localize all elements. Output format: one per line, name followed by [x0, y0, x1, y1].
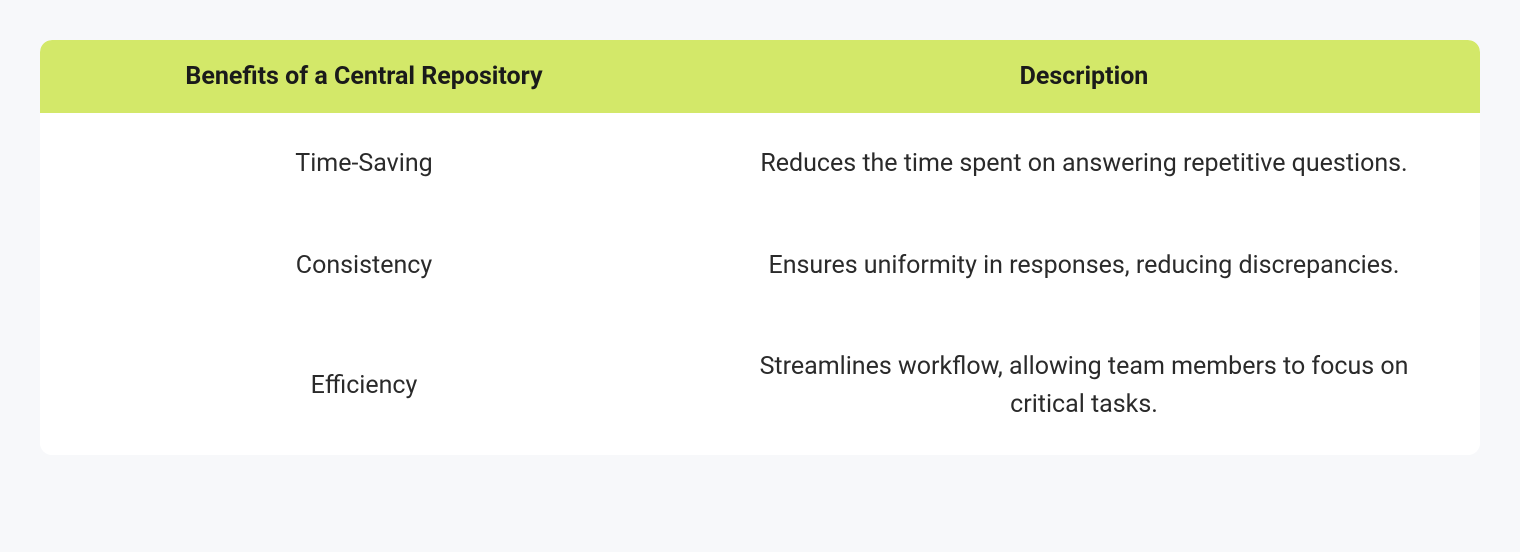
table-row: Time-Saving Reduces the time spent on an…	[40, 113, 1480, 215]
benefit-cell: Consistency	[40, 237, 688, 295]
benefit-cell: Time-Saving	[40, 135, 688, 193]
table-row: Efficiency Streamlines workflow, allowin…	[40, 316, 1480, 455]
description-cell: Reduces the time spent on answering repe…	[688, 135, 1480, 193]
header-description: Description	[688, 40, 1480, 113]
description-cell: Streamlines workflow, allowing team memb…	[688, 338, 1480, 433]
header-benefits: Benefits of a Central Repository	[40, 40, 688, 113]
table-body: Time-Saving Reduces the time spent on an…	[40, 113, 1480, 455]
table-row: Consistency Ensures uniformity in respon…	[40, 215, 1480, 317]
benefits-table: Benefits of a Central Repository Descrip…	[40, 40, 1480, 455]
benefit-cell: Efficiency	[40, 338, 688, 433]
table-header: Benefits of a Central Repository Descrip…	[40, 40, 1480, 113]
description-cell: Ensures uniformity in responses, reducin…	[688, 237, 1480, 295]
